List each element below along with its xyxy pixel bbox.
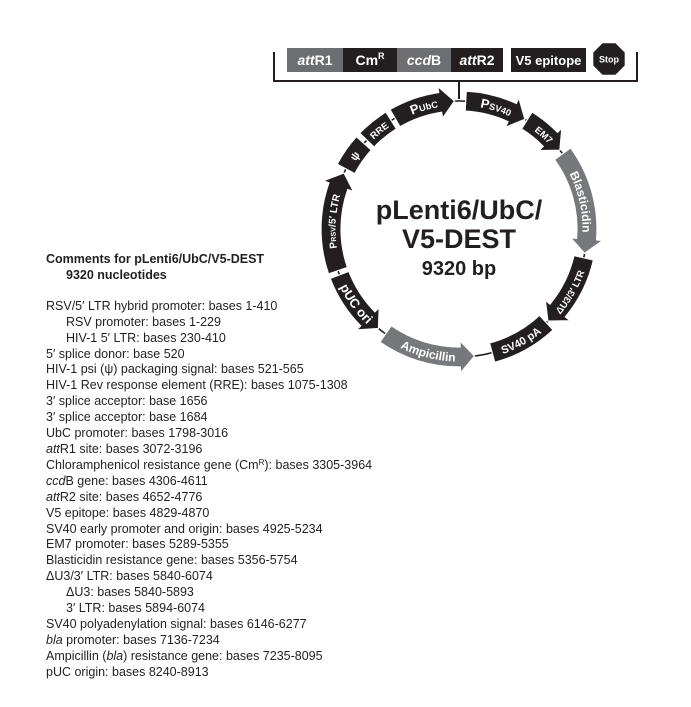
comment-line: 3′ LTR: bases 5894-6074 <box>66 601 206 616</box>
comment-line: SV40 early promoter and origin: bases 49… <box>46 521 323 536</box>
gateway-cassette: attR1 CmR ccdB attR2 V5 epitope Stop <box>273 43 638 99</box>
comments-title: Comments for pLenti6/UbC/V5-DEST <box>46 252 265 266</box>
feature-ampicillin: Ampicillin <box>379 324 476 375</box>
feature-em7: EM7 <box>520 111 563 152</box>
stop-label: Stop <box>599 55 619 65</box>
comment-line: 3′ splice acceptor: base 1684 <box>46 410 208 425</box>
plasmid-center-labels: pLenti6/UbC/ V5-DEST 9320 bp <box>376 195 543 280</box>
comment-line: V5 epitope: bases 4829-4870 <box>46 505 210 520</box>
feature-pubc: PUbC <box>389 85 456 128</box>
plasmid-size: 9320 bp <box>422 258 496 280</box>
cassette-box-label: attR2 <box>459 52 494 68</box>
comment-line: ccdB gene: bases 4306-4611 <box>46 473 208 488</box>
plasmid-name-line1: pLenti6/UbC/ <box>376 195 543 225</box>
cassette-box-attr1: attR1 <box>287 48 343 72</box>
comment-line: ΔU3: bases 5840-5893 <box>66 585 194 600</box>
comment-line: HIV-1 Rev response element (RRE): bases … <box>46 378 348 393</box>
feature-sv40pa: SV40 pA <box>488 314 554 364</box>
comment-line: bla promoter: bases 7136-7234 <box>46 632 220 647</box>
comments-list: RSV/5′ LTR hybrid promoter: bases 1-410 R… <box>46 299 372 681</box>
cassette-box-cm: CmR <box>343 48 397 72</box>
comment-line: attR2 site: bases 4652-4776 <box>46 489 203 504</box>
comment-line: Ampicillin (bla) resistance gene: bases … <box>46 648 323 663</box>
cassette-box-attr2: attR2 <box>451 48 503 72</box>
comment-line: pUC origin: bases 8240-8913 <box>46 664 209 679</box>
v5-epitope-label: V5 epitope <box>516 53 582 68</box>
plasmid-name-line2: V5-DEST <box>402 224 517 254</box>
stop-codon-octagon: Stop <box>593 43 625 75</box>
comment-line: RSV/5′ LTR hybrid promoter: bases 1-410 <box>46 298 278 313</box>
comment-line: EM7 promoter: bases 5289-5355 <box>46 537 229 552</box>
comment-line: 3′ splice acceptor: base 1656 <box>46 394 208 409</box>
comment-line: Blasticidin resistance gene: bases 5356-… <box>46 553 298 568</box>
comment-line: HIV-1 psi (ψ) packaging signal: bases 52… <box>46 362 304 377</box>
comment-line: 5′ splice donor: base 520 <box>46 346 185 361</box>
feature-blasticidin: Blasticidin <box>553 147 605 255</box>
feature-ampicillin-label: Ampicillin <box>399 338 456 365</box>
comments-subtitle: 9320 nucleotides <box>66 267 167 282</box>
comment-line: attR1 site: bases 3072-3196 <box>46 441 203 456</box>
comment-line: Chloramphenicol resistance gene (CmR): b… <box>46 457 373 472</box>
comment-line: RSV promoter: bases 1-229 <box>66 314 221 329</box>
cassette-box-ccdb: ccdB <box>397 48 451 72</box>
feature-psv40: PSV40 <box>464 90 526 129</box>
v5-epitope-box: V5 epitope <box>511 48 586 72</box>
comment-line: HIV-1 5′ LTR: bases 230-410 <box>66 330 226 345</box>
comment-line: ΔU3/3′ LTR: bases 5840-6074 <box>46 569 213 584</box>
cassette-box-label: ccdB <box>407 52 441 68</box>
comment-line: SV40 polyadenylation signal: bases 6146-… <box>46 616 307 631</box>
comment-line: UbC promoter: bases 1798-3016 <box>46 426 229 441</box>
cassette-box-label: attR1 <box>297 52 332 68</box>
feature-psi: ψ <box>336 135 373 175</box>
feature-du3-3ltr: ΔU3/3′ LTR <box>544 254 595 322</box>
comments-panel: Comments for pLenti6/UbC/V5-DEST 9320 nu… <box>46 252 372 681</box>
